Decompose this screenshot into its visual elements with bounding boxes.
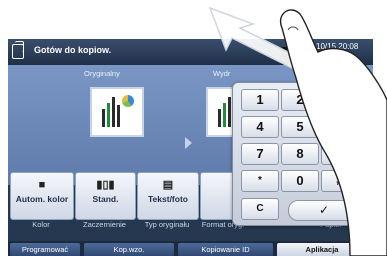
photo-stage: Gotów do kopiow. 1 10/15 20:08 Oryginaln… [0, 0, 387, 256]
swipe-gesture-overlay [208, 6, 387, 256]
hand-icon [279, 9, 387, 256]
